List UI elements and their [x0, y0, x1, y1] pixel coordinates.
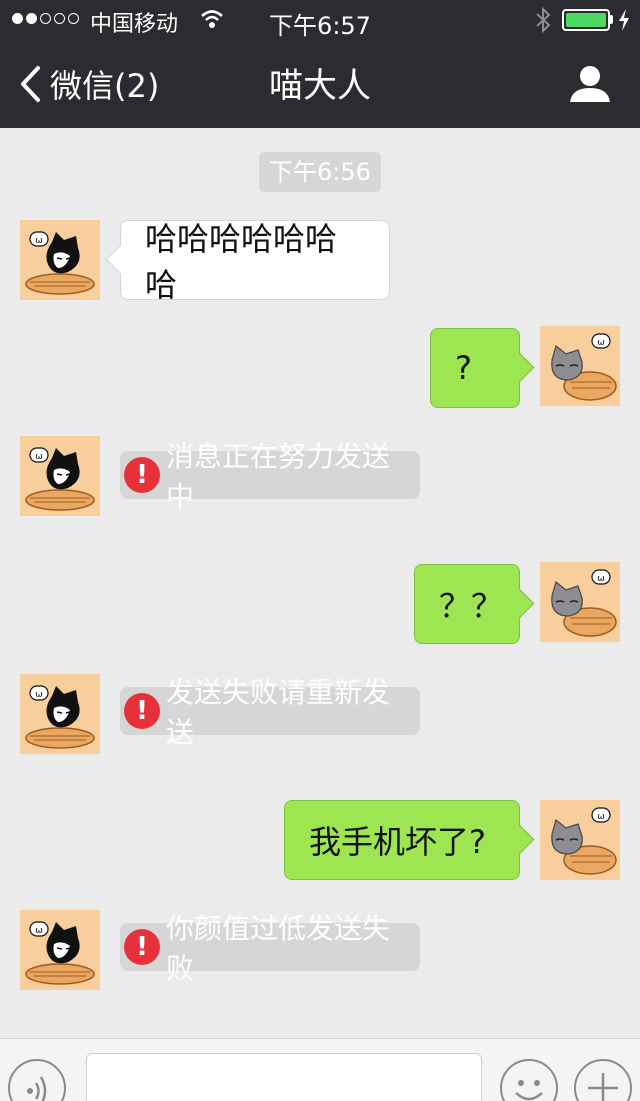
message-text: ? — [455, 349, 472, 387]
contact-avatar[interactable] — [20, 910, 100, 990]
input-bar — [0, 1038, 640, 1101]
voice-icon — [27, 1076, 47, 1101]
nav-bar: 微信(2) 喵大人 — [0, 40, 640, 128]
battery-level — [566, 13, 606, 27]
send-error-notice: ! 发送失败请重新发送 — [120, 676, 420, 749]
message-input[interactable] — [86, 1053, 482, 1101]
emoji-button[interactable] — [500, 1059, 558, 1101]
message-text: 哈哈哈哈哈哈哈 — [145, 220, 338, 304]
send-error-notice: ! 消息正在努力发送中 — [120, 440, 420, 513]
my-avatar[interactable] — [540, 800, 620, 880]
outgoing-message[interactable]: 我手机坏了? — [284, 800, 520, 880]
plus-icon — [588, 1073, 618, 1101]
message-text: 我手机坏了? — [309, 823, 486, 861]
bluetooth-icon — [536, 6, 551, 34]
emoji-icon — [515, 1080, 543, 1101]
send-error-notice: ! 你颜值过低发送失败 — [120, 912, 420, 985]
my-avatar[interactable] — [540, 326, 620, 406]
my-avatar[interactable] — [540, 562, 620, 642]
chat-area[interactable]: 下午6:56 哈哈哈哈哈哈哈 ? ! 消息正在努力发送中 ？？ ! 发送失败请重… — [0, 128, 640, 1038]
notice-text: 你颜值过低发送失败 — [166, 912, 391, 985]
exclamation-icon: ! — [124, 929, 160, 965]
chat-title: 喵大人 — [269, 66, 371, 106]
message-timestamp: 下午6:56 — [259, 152, 381, 192]
voice-button[interactable] — [8, 1059, 66, 1101]
incoming-message[interactable]: 哈哈哈哈哈哈哈 — [120, 220, 390, 304]
battery-icon — [562, 9, 610, 31]
contact-avatar[interactable] — [20, 674, 100, 754]
battery-tip — [610, 15, 613, 24]
outgoing-message[interactable]: ？？ — [414, 564, 520, 644]
person-icon[interactable] — [568, 64, 612, 104]
notice-text: 消息正在努力发送中 — [166, 440, 391, 513]
outgoing-message[interactable]: ? — [430, 328, 520, 408]
contact-avatar[interactable] — [20, 220, 100, 300]
contact-avatar[interactable] — [20, 436, 100, 516]
exclamation-icon: ! — [124, 457, 160, 493]
more-button[interactable] — [574, 1059, 632, 1101]
notice-text: 发送失败请重新发送 — [166, 676, 391, 749]
charging-icon — [619, 9, 629, 31]
exclamation-icon: ! — [124, 693, 160, 729]
status-bar: 中国移动 下午6:57 — [0, 0, 640, 40]
message-text: ？？ — [439, 587, 504, 625]
